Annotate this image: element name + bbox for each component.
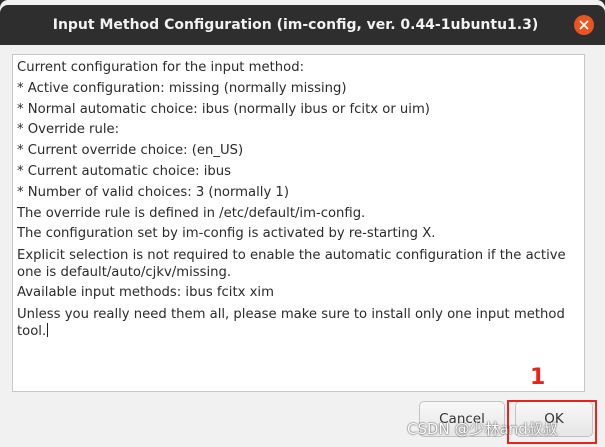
message-line: * Current automatic choice: ibus (17, 163, 231, 179)
message-line-last: Unless you really need them all, please … (17, 306, 580, 340)
message-line: Available input methods: ibus fcitx xim (17, 285, 274, 301)
close-icon (579, 20, 589, 30)
message-line: Explicit selection is not required to en… (17, 248, 566, 281)
message-text-area[interactable]: Current configuration for the input meth… (12, 54, 585, 392)
window-title: Input Method Configuration (im-config, v… (52, 17, 539, 33)
text-cursor (47, 322, 49, 337)
message-line: Current configuration for the input meth… (17, 60, 305, 75)
message-line-text: Unless you really need them all, please … (17, 306, 565, 339)
title-bar[interactable]: Input Method Configuration (im-config, v… (0, 5, 605, 45)
message-line: * Active configuration: missing (normall… (17, 80, 347, 96)
message-line: * Normal automatic choice: ibus (normall… (17, 101, 430, 117)
message-line: * Current override choice: (en_US) (17, 143, 244, 159)
watermark: CSDN @少林and叔叔 (407, 420, 558, 438)
close-button[interactable] (574, 15, 594, 35)
message-line: The configuration set by im-config is ac… (17, 226, 436, 242)
im-config-dialog: Input Method Configuration (im-config, v… (0, 0, 605, 447)
message-line: The override rule is defined in /etc/def… (17, 205, 366, 221)
message-line: * Number of valid choices: 3 (normally 1… (17, 184, 289, 200)
annotation-number: 1 (530, 365, 546, 390)
message-line: * Override rule: (17, 122, 120, 138)
dialog-content: Current configuration for the input meth… (0, 45, 605, 447)
